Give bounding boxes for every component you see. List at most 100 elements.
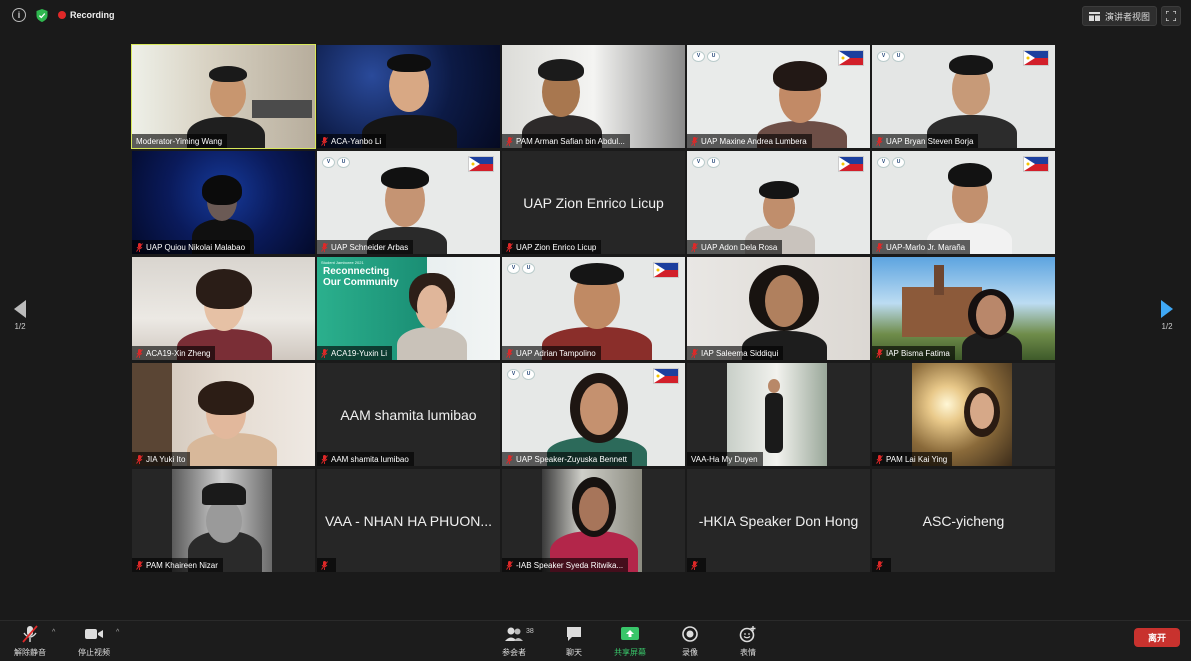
participant-name-large: AAM shamita lumibao (340, 406, 477, 423)
video-tile[interactable]: VU UAP Adon Dela Rosa (687, 151, 870, 254)
org-logo-icon: V (877, 157, 890, 168)
muted-mic-icon (321, 454, 328, 464)
page-indicator-left: 1/2 (14, 322, 26, 331)
participant-nameplate: PAM Khaireen Nizar (132, 558, 223, 572)
participant-nameplate: PAM Lai Kai Ying (872, 452, 953, 466)
poster-small-text: Student Jamboree 2021 (321, 260, 364, 265)
info-icon[interactable]: i (12, 8, 26, 22)
video-tile[interactable]: Moderator-Yiming Wang (131, 44, 316, 149)
muted-mic-icon (691, 242, 698, 252)
chevron-left-icon (14, 300, 26, 318)
muted-mic-icon (876, 560, 883, 570)
participant-name-large: UAP Zion Enrico Licup (523, 194, 664, 211)
muted-mic-icon (506, 454, 513, 464)
audio-options-chevron-up-icon[interactable]: ^ (52, 629, 55, 636)
philippines-flag-icon (838, 156, 864, 172)
org-logo-icon: U (892, 51, 905, 62)
muted-mic-icon (22, 625, 38, 643)
philippines-flag-icon (468, 156, 494, 172)
video-tile[interactable]: UAP Quiou Nikolai Malabao (132, 151, 315, 254)
video-tile[interactable]: -IAB Speaker Syeda Ritwika... (502, 469, 685, 572)
participant-nameplate: ACA19-Yuxin Li (317, 346, 393, 360)
leave-meeting-button[interactable]: 离开 (1134, 628, 1180, 647)
recording-indicator[interactable]: Recording (58, 10, 115, 20)
video-tile[interactable]: ASC-yicheng (872, 469, 1055, 572)
video-tile[interactable]: JIA Yuki Ito (132, 363, 315, 466)
video-tile[interactable]: PAM Lai Kai Ying (872, 363, 1055, 466)
org-logo-icon: U (337, 157, 350, 168)
video-tile[interactable]: VU UAP Schneider Arbas (317, 151, 500, 254)
muted-mic-icon (691, 136, 698, 146)
video-tile[interactable]: Student Jamboree 2021 Reconnecting Our C… (317, 257, 500, 360)
org-logo-icon: V (507, 369, 520, 380)
stop-video-label: 停止视频 (78, 648, 110, 657)
muted-mic-icon (136, 560, 143, 570)
muted-mic-icon (321, 242, 328, 252)
video-tile[interactable]: ACA-Yanbo Li (317, 45, 500, 148)
participant-nameplate: ACA-Yanbo Li (317, 134, 387, 148)
record-button[interactable]: 录像 (681, 625, 699, 658)
smiley-plus-icon (739, 626, 756, 643)
video-tile[interactable]: VU UAP Adrian Tampolino (502, 257, 685, 360)
participants-button[interactable]: 参会者 (502, 625, 526, 658)
video-tile[interactable]: -HKIA Speaker Don Hong (687, 469, 870, 572)
video-tile[interactable]: ACA19-Xin Zheng (132, 257, 315, 360)
video-tile[interactable]: IAP Saleema Siddiqui (687, 257, 870, 360)
video-tile[interactable]: VU UAP-Marlo Jr. Maraña (872, 151, 1055, 254)
participant-nameplate: UAP Speaker-Zuyuska Bennett (502, 452, 633, 466)
participant-nameplate: IAP Saleema Siddiqui (687, 346, 784, 360)
org-logo-icon: V (877, 51, 890, 62)
video-tile[interactable]: PAM Arman Safian bin Abdul... (502, 45, 685, 148)
philippines-flag-icon (838, 50, 864, 66)
speaker-view-button[interactable]: 演讲者视图 (1081, 6, 1157, 26)
video-tile[interactable]: VU UAP Speaker-Zuyuska Bennett (502, 363, 685, 466)
next-page[interactable]: 1/2 (1160, 300, 1174, 331)
participant-nameplate: PAM Arman Safian bin Abdul... (502, 134, 630, 148)
chat-button[interactable]: 聊天 (565, 625, 583, 658)
video-tile[interactable]: VU UAP Maxine Andrea Lumbera (687, 45, 870, 148)
video-tile[interactable]: UAP Zion Enrico Licup UAP Zion Enrico Li… (502, 151, 685, 254)
video-tile[interactable]: VAA - NHAN HA PHUON... (317, 469, 500, 572)
muted-mic-icon (506, 348, 513, 358)
chat-bubble-icon (567, 627, 581, 641)
participant-nameplate: UAP Zion Enrico Licup (502, 240, 602, 254)
participants-count: 38 (526, 628, 534, 635)
participant-nameplate: UAP-Marlo Jr. Maraña (872, 240, 971, 254)
muted-mic-icon (876, 454, 883, 464)
participant-name-large: ASC-yicheng (922, 512, 1005, 529)
stop-video-button[interactable]: 停止视频 (78, 625, 110, 658)
video-tile[interactable]: IAP Bisma Fatima (872, 257, 1055, 360)
org-logo-icon: V (322, 157, 335, 168)
share-screen-button[interactable]: 共享屏幕 (614, 625, 646, 658)
muted-mic-icon (136, 454, 143, 464)
org-logo-icon: U (707, 157, 720, 168)
muted-mic-icon (691, 560, 698, 570)
participant-nameplate (872, 558, 891, 572)
muted-mic-icon (506, 560, 513, 570)
video-tile[interactable]: VU UAP Bryan Steven Borja (872, 45, 1055, 148)
video-tile[interactable]: AAM shamita lumibao AAM shamita lumibao (317, 363, 500, 466)
muted-mic-icon (321, 136, 328, 146)
video-tile[interactable]: PAM Khaireen Nizar (132, 469, 315, 572)
muted-mic-icon (876, 242, 883, 252)
org-logo-icon: U (707, 51, 720, 62)
reactions-button[interactable]: 表情 (739, 625, 757, 658)
chevron-right-icon (1161, 300, 1173, 318)
participant-nameplate: JIA Yuki Ito (132, 452, 191, 466)
video-options-chevron-up-icon[interactable]: ^ (116, 629, 119, 636)
participant-nameplate: Moderator-Yiming Wang (132, 134, 228, 148)
philippines-flag-icon (1023, 156, 1049, 172)
prev-page[interactable]: 1/2 (13, 300, 27, 331)
muted-mic-icon (136, 348, 143, 358)
unmute-button[interactable]: 解除静音 (14, 625, 46, 658)
muted-mic-icon (876, 348, 883, 358)
org-logo-icon: V (692, 51, 705, 62)
encryption-shield-icon[interactable] (36, 8, 48, 22)
participant-nameplate: UAP Bryan Steven Borja (872, 134, 979, 148)
philippines-flag-icon (653, 368, 679, 384)
video-tile[interactable]: VAA-Ha My Duyen (687, 363, 870, 466)
fullscreen-button[interactable] (1161, 6, 1181, 26)
participant-nameplate: ACA19-Xin Zheng (132, 346, 216, 360)
muted-mic-icon (136, 242, 143, 252)
chat-label: 聊天 (566, 648, 582, 657)
